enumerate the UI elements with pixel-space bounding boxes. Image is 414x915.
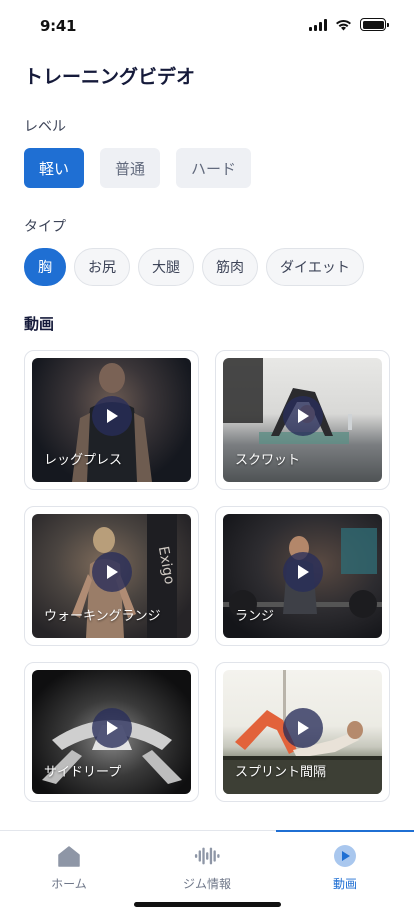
video-title: スクワット xyxy=(235,453,301,468)
type-option-glutes[interactable]: お尻 xyxy=(74,248,130,286)
video-grid: レッグプレス スクワット Exigo ウォーキングランジ ランジ サイドリープ … xyxy=(24,350,390,802)
video-title: ランジ xyxy=(235,609,275,624)
status-icons xyxy=(309,18,389,31)
video-title: ウォーキングランジ xyxy=(44,609,161,624)
status-time: 9:41 xyxy=(40,17,77,35)
video-icon xyxy=(332,843,358,869)
video-card[interactable]: ランジ xyxy=(215,506,390,646)
videos-heading: 動画 xyxy=(24,315,55,333)
play-icon[interactable] xyxy=(91,708,132,749)
type-option-muscle[interactable]: 筋肉 xyxy=(202,248,258,286)
play-icon[interactable] xyxy=(91,396,132,437)
wifi-icon xyxy=(336,19,351,30)
video-card[interactable]: レッグプレス xyxy=(24,350,199,490)
video-card[interactable]: スクワット xyxy=(215,350,390,490)
video-card[interactable]: スプリント間隔 xyxy=(215,662,390,802)
tab-home-label: ホーム xyxy=(51,877,87,891)
level-section-label: レベル xyxy=(24,119,66,135)
home-indicator xyxy=(134,902,281,907)
video-title: サイドリープ xyxy=(44,765,122,780)
tab-home[interactable]: ホーム xyxy=(0,831,138,915)
play-icon[interactable] xyxy=(282,708,323,749)
cellular-signal-icon xyxy=(309,18,327,31)
video-card[interactable]: サイドリープ xyxy=(24,662,199,802)
type-selector: 胸 お尻 大腿 筋肉 ダイエット xyxy=(24,248,364,286)
level-selector: 軽い 普通 ハード xyxy=(24,148,252,188)
type-section-label: タイプ xyxy=(24,219,66,235)
play-icon[interactable] xyxy=(282,396,323,437)
type-option-diet[interactable]: ダイエット xyxy=(266,248,364,286)
video-thumbnail[interactable]: サイドリープ xyxy=(32,670,191,794)
level-option-light[interactable]: 軽い xyxy=(24,148,85,188)
play-icon[interactable] xyxy=(282,552,323,593)
tab-gym-info-label: ジム情報 xyxy=(182,877,231,891)
type-option-chest[interactable]: 胸 xyxy=(24,248,66,286)
type-option-thigh[interactable]: 大腿 xyxy=(138,248,194,286)
level-option-normal[interactable]: 普通 xyxy=(100,148,161,188)
status-bar: 9:41 xyxy=(0,0,414,52)
page-title: トレーニングビデオ xyxy=(24,66,196,88)
video-thumbnail[interactable]: スクワット xyxy=(223,358,382,482)
gym-info-icon xyxy=(194,843,220,869)
video-thumbnail[interactable]: レッグプレス xyxy=(32,358,191,482)
battery-icon xyxy=(360,18,389,31)
video-thumbnail[interactable]: スプリント間隔 xyxy=(223,670,382,794)
video-thumbnail[interactable]: Exigo ウォーキングランジ xyxy=(32,514,191,638)
home-icon xyxy=(56,843,82,869)
video-card[interactable]: Exigo ウォーキングランジ xyxy=(24,506,199,646)
video-title: スプリント間隔 xyxy=(235,765,327,780)
tab-videos-label: 動画 xyxy=(332,877,357,891)
video-title: レッグプレス xyxy=(44,453,123,468)
level-option-hard[interactable]: ハード xyxy=(176,148,252,188)
video-thumbnail[interactable]: ランジ xyxy=(223,514,382,638)
play-icon[interactable] xyxy=(91,552,132,593)
tab-videos[interactable]: 動画 xyxy=(276,830,414,915)
